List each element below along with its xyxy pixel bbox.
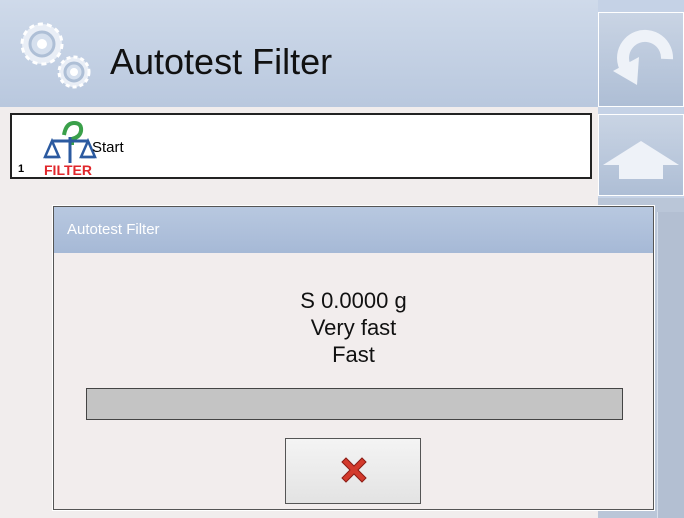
close-icon	[341, 457, 367, 483]
weight-reading: S 0.0000 g	[300, 288, 407, 313]
page-title: Autotest Filter	[110, 41, 333, 82]
home-icon	[603, 141, 679, 179]
undo-icon	[613, 29, 673, 85]
list-item-label: Start	[92, 139, 124, 156]
undo-button[interactable]	[598, 12, 684, 107]
gears-icon	[20, 22, 91, 89]
scrollbar[interactable]	[657, 212, 684, 518]
svg-text:FILTER: FILTER	[44, 162, 92, 177]
dialog-title: Autotest Filter	[54, 207, 653, 253]
cancel-button[interactable]	[285, 438, 421, 504]
home-button[interactable]	[598, 114, 684, 196]
header-bar: Autotest Filter	[0, 0, 598, 107]
dialog-status: S 0.0000 g Very fast Fast	[54, 287, 653, 368]
filter-speed: Fast	[332, 342, 375, 367]
filter-scale-icon: FILTER	[43, 120, 97, 177]
list-item-number: 1	[18, 163, 25, 175]
autotest-dialog: Autotest Filter S 0.0000 g Very fast Fas…	[53, 206, 654, 510]
filter-mode: Very fast	[310, 315, 397, 340]
list-item-start[interactable]: FILTER 1 Start	[10, 113, 592, 179]
progress-bar	[86, 388, 623, 420]
